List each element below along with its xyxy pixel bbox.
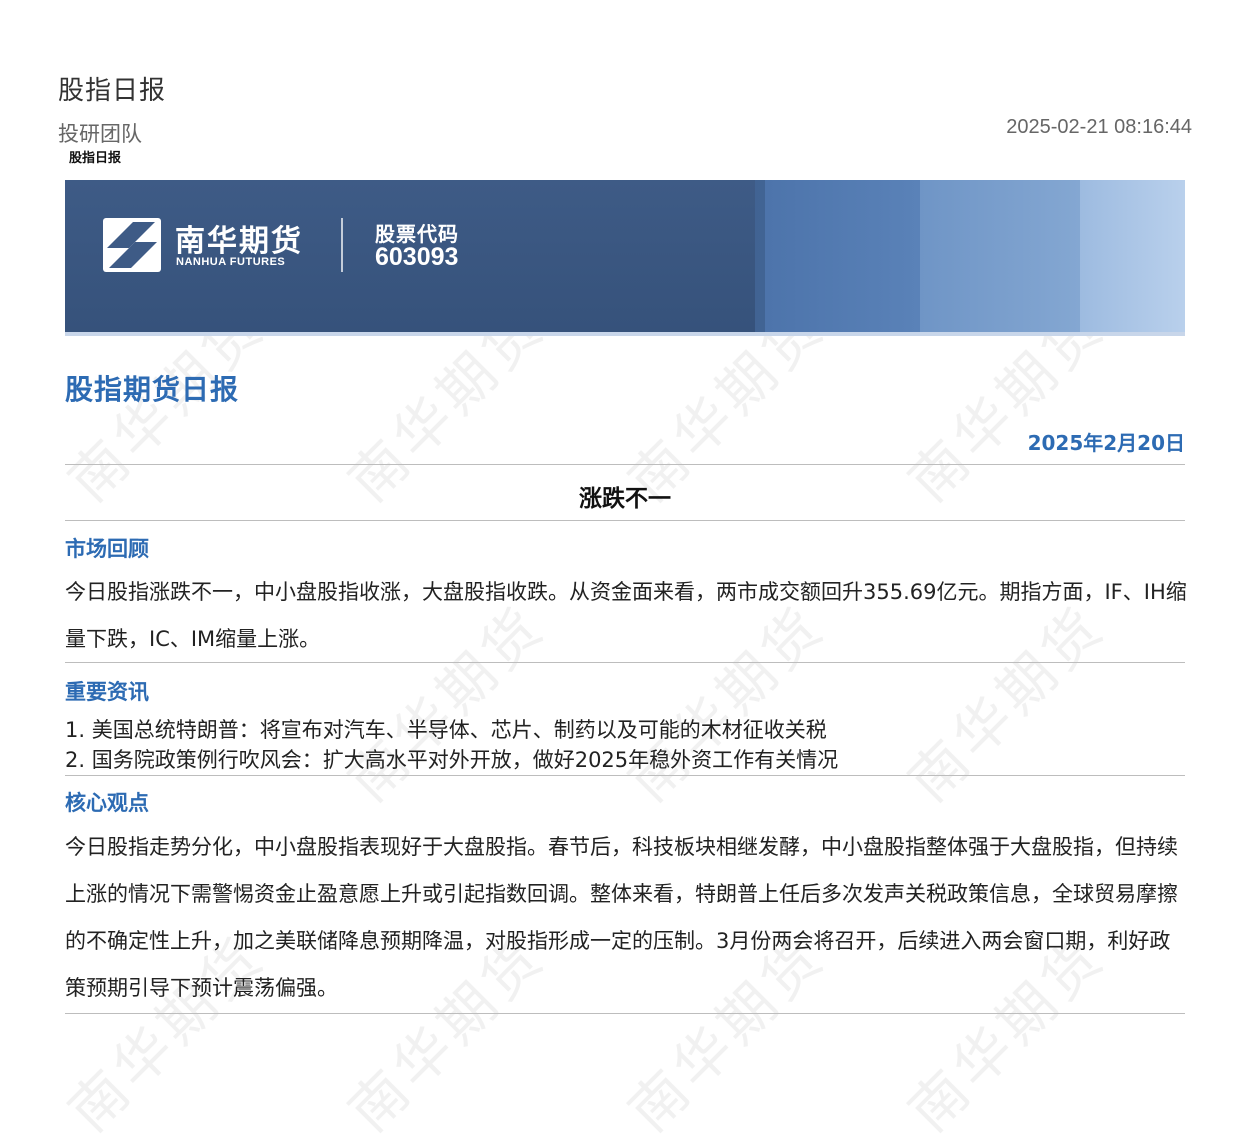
- news-list: 1. 美国总统特朗普：将宣布对汽车、半导体、芯片、制药以及可能的木材征收关税 2…: [65, 715, 838, 775]
- banner-divider: [341, 218, 343, 272]
- section-title-core-view: 核心观点: [65, 791, 149, 815]
- list-item: 2. 国务院政策例行吹风会：扩大高水平对外开放，做好2025年稳外资工作有关情况: [65, 748, 839, 772]
- report-title: 股指期货日报: [65, 373, 240, 406]
- section-title-market-review: 市场回顾: [65, 537, 149, 561]
- market-review-text: 今日股指涨跌不一，中小盘股指收涨，大盘股指收跌。从资金面来看，两市成交额回升35…: [65, 580, 1187, 651]
- company-name-en: NANHUA FUTURES: [176, 256, 286, 268]
- banner-segment: [755, 180, 920, 332]
- nanhua-logo-icon: [103, 218, 161, 272]
- divider: [65, 464, 1185, 465]
- section-title-important-news: 重要资讯: [65, 680, 149, 704]
- report-headline: 涨跌不一: [579, 486, 671, 512]
- publish-timestamp: 2025-02-21 08:16:44: [1006, 116, 1192, 138]
- list-item: 1. 美国总统特朗普：将宣布对汽车、半导体、芯片、制药以及可能的木材征收关税: [65, 718, 827, 742]
- stock-code-value: 603093: [375, 243, 459, 271]
- banner-segment: [920, 180, 1080, 332]
- page-title: 股指日报: [58, 76, 167, 106]
- divider: [65, 662, 1185, 663]
- author-label: 投研团队: [58, 122, 142, 146]
- core-view-text: 今日股指走势分化，中小盘股指表现好于大盘股指。春节后，科技板块相继发酵，中小盘股…: [65, 835, 1178, 1000]
- banner-underline: [65, 332, 1185, 336]
- category-tag: 股指日报: [69, 151, 122, 166]
- divider: [65, 1013, 1185, 1014]
- banner-shade: [755, 180, 765, 332]
- company-banner: 南华期货 NANHUA FUTURES 股票代码 603093: [65, 180, 1185, 332]
- report-date: 2025年2月20日: [1027, 431, 1185, 455]
- company-name-cn: 南华期货: [175, 224, 303, 259]
- divider: [65, 775, 1185, 776]
- banner-segment: [1080, 180, 1185, 332]
- divider: [65, 520, 1185, 521]
